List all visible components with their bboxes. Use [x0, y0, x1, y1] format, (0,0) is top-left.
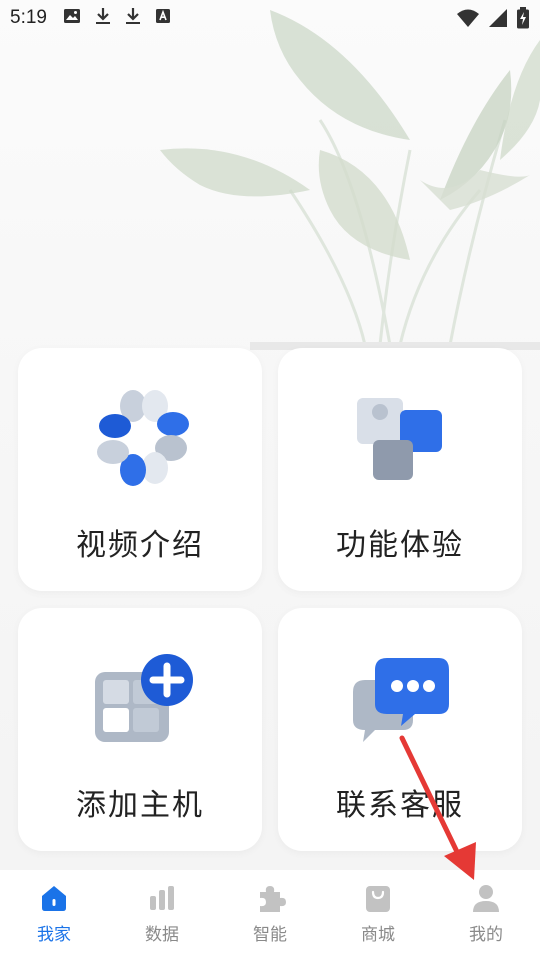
app-screen: 5:19 视频介绍 功能体验 添加主机 联系客服 我家 数据 智能 商城 我的: [0, 0, 540, 960]
tab-label: 数据: [145, 925, 179, 945]
user-icon: [470, 882, 502, 914]
download-icon: [95, 7, 111, 30]
home-icon: [38, 882, 70, 914]
tab-my-home[interactable]: 我家: [0, 870, 108, 960]
video-intro-icon: [85, 390, 195, 490]
feature-grid: 视频介绍 功能体验 添加主机 联系客服: [18, 348, 522, 853]
status-time: 5:19: [10, 7, 47, 28]
tab-label: 我的: [469, 925, 503, 945]
tab-label: 商城: [361, 925, 395, 945]
card-video-intro[interactable]: 视频介绍: [18, 348, 262, 591]
card-label: 联系客服: [336, 788, 464, 823]
tab-smart[interactable]: 智能: [216, 870, 324, 960]
card-add-host[interactable]: 添加主机: [18, 608, 262, 851]
card-feature-experience[interactable]: 功能体验: [278, 348, 522, 591]
customer-service-icon: [345, 650, 455, 750]
feature-experience-icon: [345, 390, 455, 490]
tab-mall[interactable]: 商城: [324, 870, 432, 960]
download-icon: [125, 7, 141, 30]
card-label: 视频介绍: [76, 528, 204, 563]
puzzle-icon: [254, 882, 286, 914]
card-customer-service[interactable]: 联系客服: [278, 608, 522, 851]
card-label: 功能体验: [336, 528, 464, 563]
plant-illustration: [150, 0, 540, 350]
tab-mine[interactable]: 我的: [432, 870, 540, 960]
image-icon: [63, 8, 81, 29]
bar-chart-icon: [146, 882, 178, 914]
bottom-tab-bar: 我家 数据 智能 商城 我的: [0, 870, 540, 960]
tab-label: 智能: [253, 925, 287, 945]
tab-label: 我家: [37, 925, 71, 945]
add-host-icon: [85, 650, 195, 750]
card-label: 添加主机: [76, 788, 204, 823]
shopping-bag-icon: [362, 882, 394, 914]
tab-data[interactable]: 数据: [108, 870, 216, 960]
